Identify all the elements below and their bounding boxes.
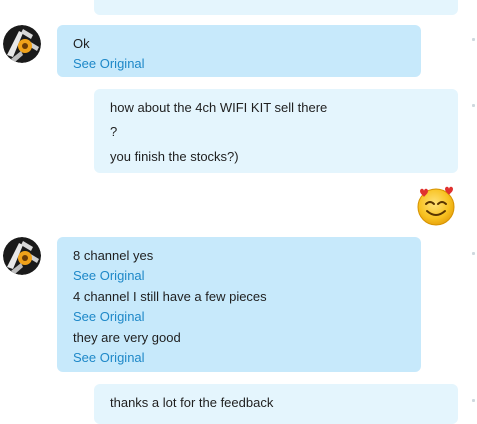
message-bubble-incoming: Ok See Original bbox=[57, 25, 421, 77]
message-text: you finish the stocks?) bbox=[110, 149, 239, 164]
see-original-link[interactable]: See Original bbox=[73, 56, 145, 71]
message-text: 4 channel I still have a few pieces bbox=[73, 289, 267, 304]
message-text: thanks a lot for the feedback bbox=[110, 395, 274, 410]
contact-avatar-icon[interactable] bbox=[3, 237, 41, 275]
message-status-marker bbox=[472, 104, 475, 107]
message-text: 8 channel yes bbox=[73, 248, 154, 263]
message-bubble-outgoing: thanks a lot for the feedback bbox=[94, 384, 458, 424]
avatar-image bbox=[3, 25, 41, 63]
message-text: Ok bbox=[73, 36, 90, 51]
in-love-smiley-icon bbox=[414, 183, 458, 227]
avatar-image bbox=[3, 237, 41, 275]
message-status-marker bbox=[472, 38, 475, 41]
see-original-link[interactable]: See Original bbox=[73, 268, 145, 283]
message-bubble-outgoing: how about the 4ch WIFI KIT sell there ? … bbox=[94, 89, 458, 173]
message-bubble-incoming: 8 channel yes See Original 4 channel I s… bbox=[57, 237, 421, 372]
contact-avatar-icon[interactable] bbox=[3, 25, 41, 63]
see-original-link[interactable]: See Original bbox=[73, 350, 145, 365]
message-text: ? bbox=[110, 124, 118, 139]
message-status-marker bbox=[472, 399, 475, 402]
see-original-link[interactable]: See Original bbox=[73, 309, 145, 324]
message-text: they are very good bbox=[73, 330, 181, 345]
message-status-marker bbox=[472, 252, 475, 255]
message-text: how about the 4ch WIFI KIT sell there bbox=[110, 100, 328, 115]
message-bubble-outgoing-previous bbox=[94, 0, 458, 15]
